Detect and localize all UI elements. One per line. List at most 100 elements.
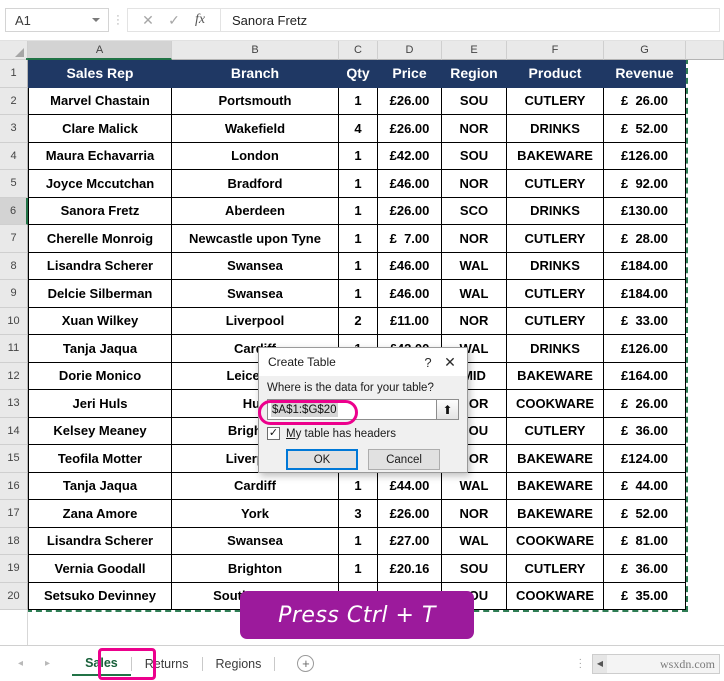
row-header-16[interactable]: 16 <box>0 472 28 500</box>
table-cell[interactable]: Teofila Motter <box>28 445 172 473</box>
table-cell[interactable]: £ 26.00 <box>604 390 686 418</box>
row-header-6[interactable]: 6 <box>0 197 28 225</box>
table-cell[interactable]: London <box>172 142 339 170</box>
table-cell[interactable]: £ 44.00 <box>604 472 686 500</box>
row-header-19[interactable]: 19 <box>0 555 28 583</box>
table-cell[interactable]: Xuan Wilkey <box>28 307 172 335</box>
table-column-header-cell[interactable]: Region <box>442 60 507 88</box>
table-cell[interactable]: 1 <box>339 225 378 253</box>
table-cell[interactable]: Vernia Goodall <box>28 555 172 583</box>
name-box[interactable]: A1 <box>5 8 109 32</box>
table-cell[interactable]: BAKEWARE <box>507 500 604 528</box>
table-cell[interactable]: £46.00 <box>378 280 442 308</box>
table-cell[interactable]: CUTLERY <box>507 225 604 253</box>
table-cell[interactable]: £130.00 <box>604 197 686 225</box>
table-cell[interactable]: £ 52.00 <box>604 500 686 528</box>
add-sheet-icon[interactable]: + <box>297 655 315 672</box>
row-header-2[interactable]: 2 <box>0 87 28 115</box>
close-icon[interactable]: ✕ <box>439 354 461 371</box>
table-cell[interactable]: CUTLERY <box>507 280 604 308</box>
table-cell[interactable]: NOR <box>442 307 507 335</box>
insert-function-icon[interactable]: fx <box>187 12 213 28</box>
table-cell[interactable]: CUTLERY <box>507 555 604 583</box>
horizontal-scrollbar[interactable]: ◀ wsxdn.com <box>592 653 720 674</box>
table-cell[interactable]: WAL <box>442 472 507 500</box>
table-range-input[interactable]: $A$1:$G$20 <box>267 399 437 420</box>
table-cell[interactable]: Dorie Monico <box>28 362 172 390</box>
table-cell[interactable]: NOR <box>442 500 507 528</box>
table-cell[interactable]: £184.00 <box>604 252 686 280</box>
chevron-down-icon[interactable] <box>92 18 100 22</box>
table-cell[interactable]: 1 <box>339 142 378 170</box>
row-header-18[interactable]: 18 <box>0 527 28 555</box>
table-cell[interactable]: Marvel Chastain <box>28 87 172 115</box>
table-column-header-cell[interactable]: Revenue <box>604 60 686 88</box>
table-cell[interactable]: Cardiff <box>172 472 339 500</box>
table-cell[interactable]: DRINKS <box>507 335 604 363</box>
my-table-has-headers-row[interactable]: ✓ My table has headers <box>267 427 459 440</box>
row-header-13[interactable]: 13 <box>0 390 28 418</box>
table-cell[interactable]: CUTLERY <box>507 417 604 445</box>
table-cell[interactable]: £ 92.00 <box>604 170 686 198</box>
table-cell[interactable]: NOR <box>442 170 507 198</box>
table-cell[interactable]: Swansea <box>172 527 339 555</box>
row-header-5[interactable]: 5 <box>0 170 28 198</box>
table-cell[interactable]: Tanja Jaqua <box>28 335 172 363</box>
table-cell[interactable]: Liverpool <box>172 307 339 335</box>
table-cell[interactable]: DRINKS <box>507 115 604 143</box>
row-header-10[interactable]: 10 <box>0 307 28 335</box>
table-column-header-cell[interactable]: Sales Rep <box>28 60 172 88</box>
table-column-header-cell[interactable]: Qty <box>339 60 378 88</box>
table-cell[interactable]: Cherelle Monroig <box>28 225 172 253</box>
row-header-9[interactable]: 9 <box>0 280 28 308</box>
column-header-b[interactable]: B <box>172 41 339 60</box>
next-sheet-icon[interactable]: ▸ <box>45 658 50 669</box>
table-cell[interactable]: £26.00 <box>378 87 442 115</box>
worksheet-grid[interactable]: A B C D E F G 1 2 3 4 5 6 7 8 9 10 11 12 13 14 15 16 17 18 19 20 Sa… <box>0 41 724 645</box>
table-cell[interactable]: NOR <box>442 115 507 143</box>
table-cell[interactable]: SOU <box>442 87 507 115</box>
table-cell[interactable]: Bradford <box>172 170 339 198</box>
table-cell[interactable]: 1 <box>339 197 378 225</box>
table-cell[interactable]: Aberdeen <box>172 197 339 225</box>
table-cell[interactable]: BAKEWARE <box>507 362 604 390</box>
table-cell[interactable]: CUTLERY <box>507 87 604 115</box>
formula-input[interactable]: Sanora Fretz <box>221 8 720 32</box>
table-cell[interactable]: 1 <box>339 87 378 115</box>
table-cell[interactable]: £26.00 <box>378 115 442 143</box>
row-header-1[interactable]: 1 <box>0 60 28 88</box>
scroll-left-icon[interactable]: ◀ <box>593 654 607 673</box>
table-cell[interactable]: Kelsey Meaney <box>28 417 172 445</box>
table-cell[interactable]: £ 36.00 <box>604 555 686 583</box>
table-cell[interactable]: 3 <box>339 500 378 528</box>
table-cell[interactable]: COOKWARE <box>507 390 604 418</box>
column-header-g[interactable]: G <box>604 41 686 60</box>
ok-button[interactable]: OK <box>286 449 358 470</box>
row-header-15[interactable]: 15 <box>0 445 28 473</box>
table-cell[interactable]: BAKEWARE <box>507 142 604 170</box>
table-cell[interactable]: NOR <box>442 225 507 253</box>
cancel-button[interactable]: Cancel <box>368 449 440 470</box>
column-header-d[interactable]: D <box>378 41 442 60</box>
table-cell[interactable]: Wakefield <box>172 115 339 143</box>
table-cell[interactable]: Sanora Fretz <box>28 197 172 225</box>
table-cell[interactable]: CUTLERY <box>507 307 604 335</box>
sheet-tab-sales[interactable]: Sales <box>72 651 131 676</box>
sheet-tabs[interactable]: Sales Returns Regions <box>72 651 276 676</box>
sheet-nav-arrows[interactable]: ◂ ▸ <box>18 658 50 669</box>
table-cell[interactable]: £164.00 <box>604 362 686 390</box>
confirm-formula-icon[interactable]: ✓ <box>161 12 187 29</box>
table-cell[interactable]: WAL <box>442 252 507 280</box>
table-cell[interactable]: BAKEWARE <box>507 445 604 473</box>
sheet-tab-returns[interactable]: Returns <box>132 651 202 676</box>
table-cell[interactable]: Setsuko Devinney <box>28 582 172 610</box>
row-header-14[interactable]: 14 <box>0 417 28 445</box>
table-cell[interactable]: £ 26.00 <box>604 87 686 115</box>
table-cell[interactable]: £184.00 <box>604 280 686 308</box>
row-header-20[interactable]: 20 <box>0 582 28 610</box>
table-cell[interactable]: £46.00 <box>378 252 442 280</box>
table-cell[interactable]: 1 <box>339 280 378 308</box>
table-cell[interactable]: £124.00 <box>604 445 686 473</box>
table-column-header-cell[interactable]: Branch <box>172 60 339 88</box>
column-header-a[interactable]: A <box>28 41 172 60</box>
